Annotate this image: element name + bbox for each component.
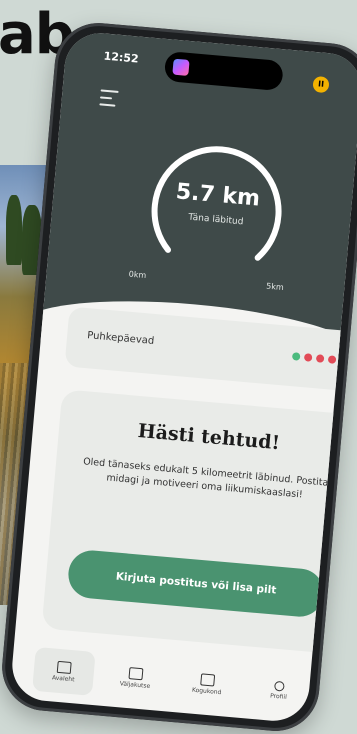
distance-gauge: 5.7 km Täna läbitud xyxy=(141,133,293,285)
home-icon xyxy=(56,660,72,674)
congrats-card: Hästi tehtud! Oled tänaseks edukalt 5 ki… xyxy=(41,389,357,655)
phone-mockup: 12:52 II 5.7 km Täna läbitud 0km 5km Puh… xyxy=(0,19,357,734)
nav-item-challenge[interactable]: Väljakutse xyxy=(104,653,168,702)
nav-item-home[interactable]: Avaleht xyxy=(32,646,96,696)
app-screen: 12:52 II 5.7 km Täna läbitud 0km 5km Puh… xyxy=(9,30,357,724)
streak-dot xyxy=(315,354,325,363)
streak-dot xyxy=(327,355,337,364)
gauge-max-label: 5km xyxy=(265,281,285,293)
challenge-icon xyxy=(128,666,144,680)
congrats-title: Hästi tehtud! xyxy=(136,419,281,455)
community-icon xyxy=(200,672,216,687)
menu-icon[interactable] xyxy=(99,89,120,109)
nav-item-community[interactable]: Kogukond xyxy=(176,659,240,708)
congrats-body: Oled tänaseks edukalt 5 kilomeetrit läbi… xyxy=(82,456,329,501)
profile-icon xyxy=(274,680,285,692)
streak-dot xyxy=(303,353,313,362)
app-icon xyxy=(172,58,190,76)
nav-item-profile[interactable]: Profiil xyxy=(247,666,311,715)
streak-dot xyxy=(351,357,357,367)
rest-days-label: Puhkepäevad xyxy=(86,330,155,347)
write-post-button[interactable]: Kirjuta postitus või lisa pilt xyxy=(66,548,326,619)
streak-dot xyxy=(291,352,301,361)
gauge-min-label: 0km xyxy=(128,269,147,281)
